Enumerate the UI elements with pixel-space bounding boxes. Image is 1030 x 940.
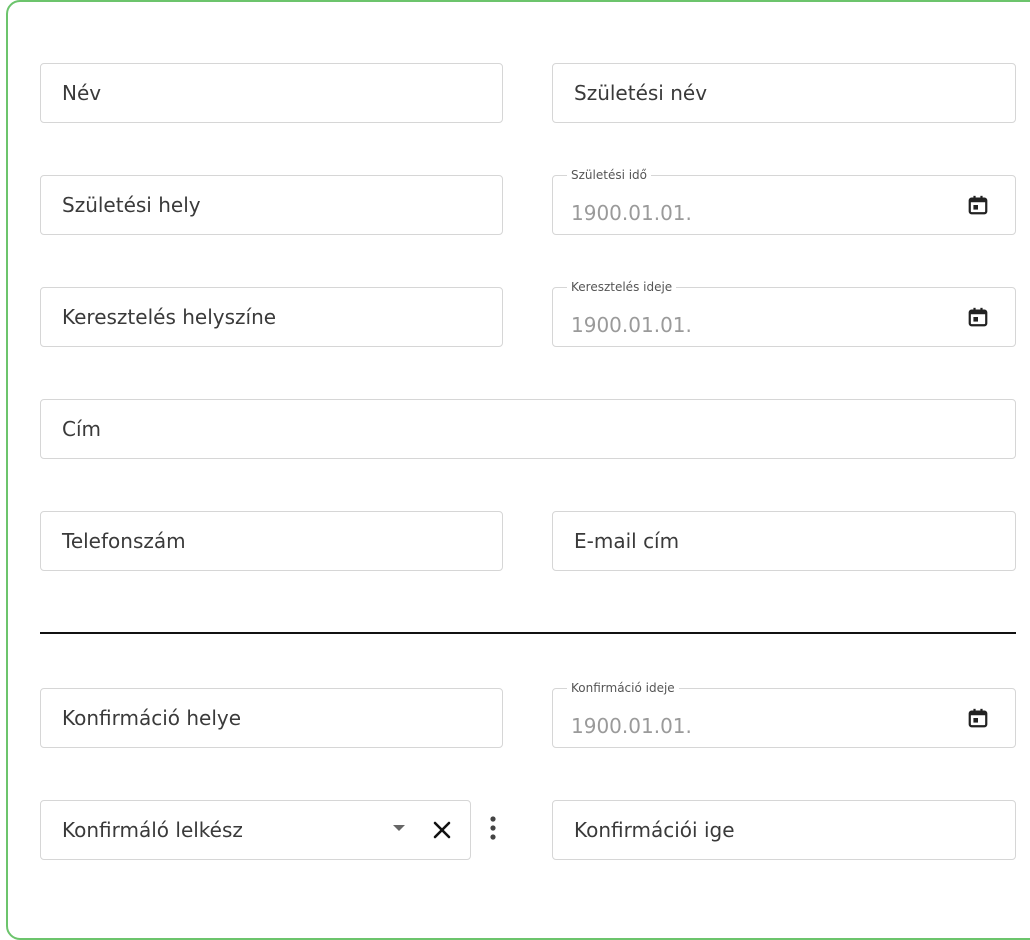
konfirmacioi-ige-placeholder: Konfirmációi ige xyxy=(574,818,735,842)
konfirmacio-ideje-value: 1900.01.01. xyxy=(571,714,692,738)
nev-field[interactable]: Név xyxy=(40,63,503,123)
szuletesi-hely-field[interactable]: Születési hely xyxy=(40,175,503,235)
calendar-icon[interactable] xyxy=(967,306,989,328)
email-field[interactable]: E-mail cím xyxy=(552,511,1016,571)
calendar-icon[interactable] xyxy=(967,194,989,216)
form-card xyxy=(6,0,1030,940)
chevron-down-icon[interactable] xyxy=(393,825,405,831)
section-divider xyxy=(40,632,1016,634)
more-vertical-icon[interactable] xyxy=(478,802,508,856)
kereszteles-ideje-value: 1900.01.01. xyxy=(571,313,692,337)
cim-field[interactable]: Cím xyxy=(40,399,1016,459)
konfirmacio-ideje-field[interactable]: Konfirmáció ideje 1900.01.01. xyxy=(552,681,1016,748)
szuletesi-ido-value: 1900.01.01. xyxy=(571,201,692,225)
szuletesi-ido-field[interactable]: Születési idő 1900.01.01. xyxy=(552,168,1016,235)
kereszteles-ideje-label: Keresztelés ideje xyxy=(567,280,677,294)
cim-placeholder: Cím xyxy=(62,417,102,441)
close-icon[interactable] xyxy=(427,815,457,845)
szuletesi-hely-placeholder: Születési hely xyxy=(62,193,201,217)
konfirmacio-helye-placeholder: Konfirmáció helye xyxy=(62,706,242,730)
konfirmalo-lelkesz-placeholder: Konfirmáló lelkész xyxy=(62,818,243,842)
email-placeholder: E-mail cím xyxy=(574,529,680,553)
konfirmacio-ideje-label: Konfirmáció ideje xyxy=(567,681,679,695)
konfirmacio-helye-field[interactable]: Konfirmáció helye xyxy=(40,688,503,748)
kereszteles-helyszine-field[interactable]: Keresztelés helyszíne xyxy=(40,287,503,347)
calendar-icon[interactable] xyxy=(967,707,989,729)
nev-placeholder: Név xyxy=(62,81,102,105)
konfirmacioi-ige-field[interactable]: Konfirmációi ige xyxy=(552,800,1016,860)
szuletesi-nev-placeholder: Születési név xyxy=(574,81,708,105)
szuletesi-nev-field[interactable]: Születési név xyxy=(552,63,1016,123)
telefonszam-placeholder: Telefonszám xyxy=(62,529,186,553)
kereszteles-ideje-field[interactable]: Keresztelés ideje 1900.01.01. xyxy=(552,280,1016,347)
szuletesi-ido-label: Születési idő xyxy=(567,168,652,182)
kereszteles-helyszine-placeholder: Keresztelés helyszíne xyxy=(62,305,277,329)
telefonszam-field[interactable]: Telefonszám xyxy=(40,511,503,571)
konfirmalo-lelkesz-select[interactable]: Konfirmáló lelkész xyxy=(40,800,471,860)
